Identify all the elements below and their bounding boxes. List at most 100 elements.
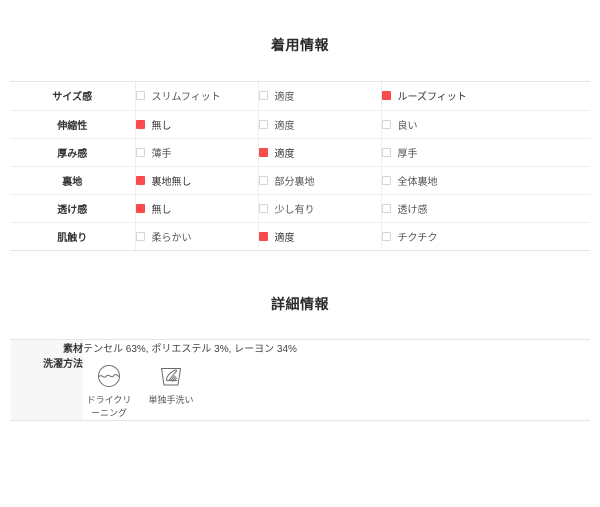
checkbox-unchecked-icon[interactable] <box>381 231 391 241</box>
option-unselected[interactable]: 透け感 <box>381 201 591 216</box>
option-label: 適度 <box>274 148 295 160</box>
detail-info-table: 素材 テンセル 63%, ポリエステル 3%, レーヨン 34% 洗濯方法 ドラ… <box>10 340 590 421</box>
checkbox-unchecked-icon[interactable] <box>135 91 145 101</box>
row-label: 透け感 <box>10 193 136 222</box>
option-cell[interactable]: 少し有り <box>258 193 382 222</box>
checkbox-checked-icon[interactable] <box>135 119 145 129</box>
option-label: 厚手 <box>397 148 418 160</box>
care-caption: 単独手洗い <box>148 395 194 405</box>
option-cell[interactable]: 適度 <box>258 221 382 250</box>
table-row: 肌触り 柔らかい 適度 チクチク <box>10 221 591 250</box>
table-row: 透け感 無し 少し有り 透け感 <box>10 193 591 222</box>
table-row: 厚み感 薄手 適度 厚手 <box>10 137 591 166</box>
checkbox-unchecked-icon[interactable] <box>258 203 268 213</box>
option-cell[interactable]: 良い <box>381 109 591 138</box>
option-cell[interactable]: 厚手 <box>381 137 591 166</box>
option-label: 薄手 <box>151 148 172 160</box>
option-label: ルーズフィット <box>397 92 467 104</box>
option-cell[interactable]: 無し <box>135 109 259 138</box>
option-unselected[interactable]: 良い <box>381 117 591 132</box>
care-value: ドライクリーニング 単独手洗い <box>83 355 590 420</box>
option-selected[interactable]: ルーズフィット <box>381 88 591 104</box>
option-unselected[interactable]: チクチク <box>381 229 591 244</box>
row-label: 伸縮性 <box>10 109 136 138</box>
row-label: 厚み感 <box>10 137 136 166</box>
option-unselected[interactable]: 適度 <box>258 88 381 104</box>
option-label: 全体裏地 <box>397 176 438 188</box>
row-label: 肌触り <box>10 221 136 250</box>
option-label: 裏地無し <box>151 176 192 188</box>
option-label: 良い <box>397 120 418 132</box>
checkbox-unchecked-icon[interactable] <box>135 231 145 241</box>
option-unselected[interactable]: 適度 <box>258 117 381 132</box>
wear-info-table-container: サイズ感 スリムフィット 適度 ルーズフィット 伸縮性 無し 適度 良い 厚み感 薄手 適度 厚手 裏地… <box>10 81 590 251</box>
checkbox-unchecked-icon[interactable] <box>258 175 268 185</box>
checkbox-unchecked-icon[interactable] <box>258 91 268 101</box>
table-row: 伸縮性 無し 適度 良い <box>10 109 591 138</box>
option-cell[interactable]: 柔らかい <box>135 221 259 250</box>
option-label: 適度 <box>274 232 295 244</box>
wear-info-table: サイズ感 スリムフィット 適度 ルーズフィット 伸縮性 無し 適度 良い 厚み感 薄手 適度 厚手 裏地… <box>10 82 590 250</box>
option-selected[interactable]: 適度 <box>258 229 381 244</box>
checkbox-checked-icon[interactable] <box>258 147 268 157</box>
option-cell[interactable]: スリムフィット <box>135 82 259 110</box>
option-cell[interactable]: ルーズフィット <box>381 82 590 110</box>
checkbox-checked-icon[interactable] <box>135 203 145 213</box>
care-icon-list: ドライクリーニング 単独手洗い <box>83 361 590 420</box>
option-label: 無し <box>151 120 172 132</box>
checkbox-unchecked-icon[interactable] <box>381 119 391 129</box>
row-label: サイズ感 <box>10 82 136 110</box>
option-label: 部分裏地 <box>274 176 315 188</box>
detail-info-container: 素材 テンセル 63%, ポリエステル 3%, レーヨン 34% 洗濯方法 ドラ… <box>10 339 590 422</box>
dry-clean-icon <box>83 361 135 391</box>
option-unselected[interactable]: スリムフィット <box>135 88 258 104</box>
checkbox-checked-icon[interactable] <box>381 91 391 101</box>
option-selected[interactable]: 適度 <box>258 145 381 160</box>
care-caption: ドライクリーニング <box>86 395 132 419</box>
option-cell[interactable]: 透け感 <box>381 193 591 222</box>
checkbox-unchecked-icon[interactable] <box>381 175 391 185</box>
option-label: 無し <box>151 204 172 216</box>
checkbox-checked-icon[interactable] <box>258 231 268 241</box>
option-cell[interactable]: チクチク <box>381 221 591 250</box>
care-item: ドライクリーニング <box>83 361 135 420</box>
checkbox-checked-icon[interactable] <box>135 175 145 185</box>
detail-info-title: 詳細情報 <box>271 296 329 312</box>
option-cell[interactable]: 無し <box>135 193 259 222</box>
option-cell[interactable]: 部分裏地 <box>258 165 382 194</box>
option-unselected[interactable]: 全体裏地 <box>381 173 591 188</box>
care-row: 洗濯方法 ドライクリーニング 単独手洗い <box>10 355 590 421</box>
option-unselected[interactable]: 部分裏地 <box>258 173 381 188</box>
option-label: 柔らかい <box>151 232 192 244</box>
option-cell[interactable]: 適度 <box>258 109 382 138</box>
table-row: サイズ感 スリムフィット 適度 ルーズフィット <box>10 82 590 110</box>
option-cell[interactable]: 裏地無し <box>135 165 259 194</box>
option-label: チクチク <box>397 232 438 244</box>
checkbox-unchecked-icon[interactable] <box>381 147 391 157</box>
option-label: 透け感 <box>397 204 428 216</box>
option-selected[interactable]: 無し <box>135 117 258 132</box>
checkbox-unchecked-icon[interactable] <box>381 203 391 213</box>
care-label: 洗濯方法 <box>10 355 83 421</box>
checkbox-unchecked-icon[interactable] <box>135 147 145 157</box>
option-cell[interactable]: 適度 <box>258 137 382 166</box>
option-cell[interactable]: 全体裏地 <box>381 165 591 194</box>
product-info-page: 着用情報 サイズ感 スリムフィット 適度 ルーズフィット 伸縮性 無し 適度 良い 厚み感 薄手適… <box>0 35 600 507</box>
option-label: スリムフィット <box>151 92 221 104</box>
option-unselected[interactable]: 薄手 <box>135 145 258 160</box>
option-unselected[interactable]: 厚手 <box>381 145 591 160</box>
option-selected[interactable]: 裏地無し <box>135 173 258 188</box>
option-unselected[interactable]: 少し有り <box>258 201 381 216</box>
checkbox-unchecked-icon[interactable] <box>258 119 268 129</box>
hand-wash-icon <box>145 361 197 391</box>
option-selected[interactable]: 無し <box>135 201 258 216</box>
option-unselected[interactable]: 柔らかい <box>135 229 258 244</box>
material-label: 素材 <box>10 340 83 355</box>
wear-info-title: 着用情報 <box>271 37 329 53</box>
material-row: 素材 テンセル 63%, ポリエステル 3%, レーヨン 34% <box>10 340 590 355</box>
option-cell[interactable]: 薄手 <box>135 137 259 166</box>
material-value: テンセル 63%, ポリエステル 3%, レーヨン 34% <box>83 344 297 355</box>
option-label: 適度 <box>274 92 295 104</box>
table-row: 裏地 裏地無し 部分裏地 全体裏地 <box>10 165 591 194</box>
option-cell[interactable]: 適度 <box>258 82 382 110</box>
